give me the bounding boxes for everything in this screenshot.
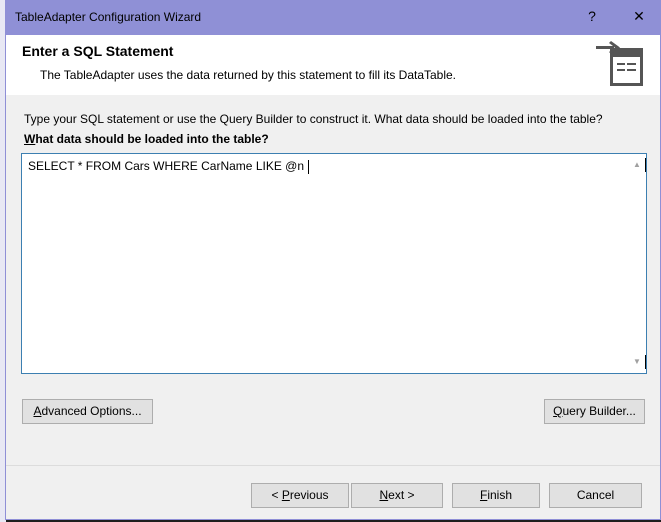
table-import-icon <box>596 41 643 86</box>
instruction-text: Type your SQL statement or use the Query… <box>24 112 603 126</box>
cancel-button[interactable]: Cancel <box>549 483 642 508</box>
next-button[interactable]: Next > <box>351 483 443 508</box>
mnemonic: P <box>281 488 290 502</box>
finish-button[interactable]: Finish <box>452 483 540 508</box>
button-label: inish <box>487 488 513 502</box>
button-label: uery Builder... <box>562 404 636 418</box>
sql-label: What data should be loaded into the tabl… <box>24 132 269 146</box>
button-label: < <box>271 488 282 502</box>
window-title: TableAdapter Configuration Wizard <box>15 10 202 24</box>
query-builder-button[interactable]: Query Builder... <box>544 399 645 424</box>
title-bar: TableAdapter Configuration Wizard ? ✕ <box>6 0 660 35</box>
scrollbar[interactable]: ▲ ▼ <box>629 154 646 373</box>
page-title: Enter a SQL Statement <box>22 43 174 59</box>
wizard-dialog: TableAdapter Configuration Wizard ? ✕ En… <box>5 0 661 520</box>
close-button[interactable]: ✕ <box>624 8 654 25</box>
divider <box>6 465 660 466</box>
scroll-down-icon[interactable]: ▼ <box>633 355 646 369</box>
scroll-up-icon[interactable]: ▲ <box>633 158 646 172</box>
button-label: ext > <box>388 488 415 502</box>
help-button[interactable]: ? <box>577 8 607 24</box>
advanced-options-button[interactable]: Advanced Options... <box>22 399 153 424</box>
button-label: dvanced Options... <box>41 404 142 418</box>
sql-text: SELECT * FROM Cars WHERE CarName LIKE @n <box>28 159 309 173</box>
mnemonic: N <box>379 488 389 502</box>
label-text: hat data should be loaded into the table… <box>35 132 269 146</box>
previous-button[interactable]: < Previous <box>251 483 349 508</box>
page-subtitle: The TableAdapter uses the data returned … <box>40 68 457 82</box>
wizard-header: Enter a SQL Statement The TableAdapter u… <box>6 35 660 95</box>
button-label: revious <box>289 488 329 502</box>
sql-textarea[interactable]: SELECT * FROM Cars WHERE CarName LIKE @n… <box>21 153 647 374</box>
mnemonic: W <box>24 132 36 146</box>
